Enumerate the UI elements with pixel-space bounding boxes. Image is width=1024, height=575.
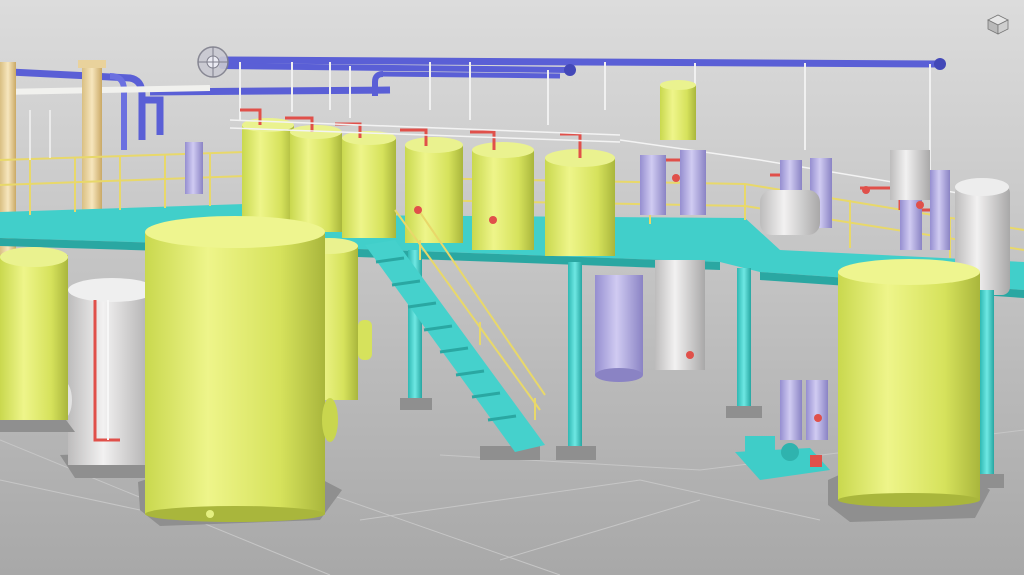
process-tank-7 — [660, 80, 696, 140]
3d-viewport[interactable] — [0, 0, 1024, 575]
process-tank-5 — [472, 142, 534, 250]
process-tank-1 — [242, 118, 294, 225]
steering-wheel-icon[interactable] — [197, 46, 229, 78]
process-tank-6 — [545, 149, 615, 256]
plant-model-scene[interactable] — [0, 0, 1024, 575]
process-tank-3 — [342, 131, 396, 238]
process-tank-4 — [405, 137, 463, 243]
white-storage-tank[interactable] — [52, 278, 160, 478]
large-storage-tank[interactable] — [138, 216, 342, 526]
yellow-tank-left[interactable] — [0, 247, 75, 432]
process-tank-2 — [290, 125, 342, 232]
large-storage-tank-right[interactable] — [828, 259, 990, 522]
